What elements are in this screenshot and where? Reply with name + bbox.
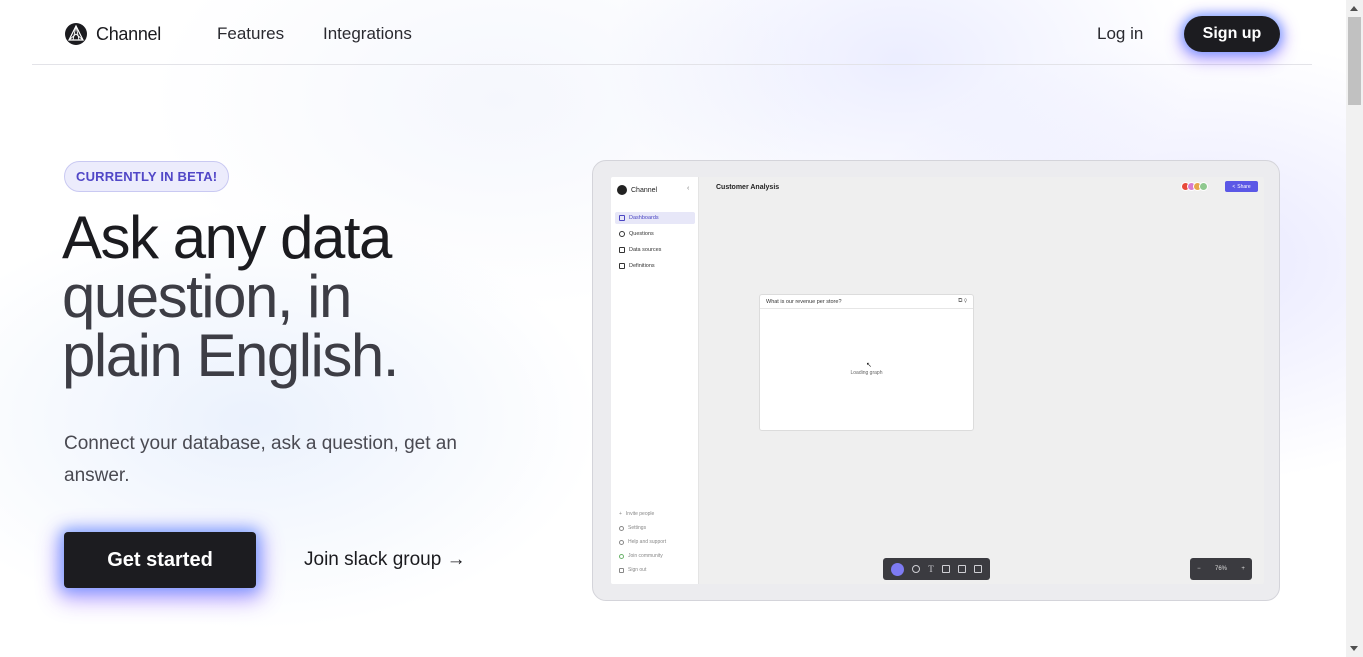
beta-badge: CURRENTLY IN BETA! xyxy=(64,161,230,192)
login-link[interactable]: Log in xyxy=(1097,24,1143,44)
database-icon xyxy=(619,247,625,253)
note-tool-icon xyxy=(957,565,966,573)
brand-logo[interactable]: Channel xyxy=(64,22,161,46)
preview-settings: Settings xyxy=(615,525,646,531)
nav-link-features[interactable]: Features xyxy=(217,24,284,44)
hero-title-line-1: Ask any data xyxy=(62,204,392,271)
preview-question-card: What is our revenue per store? ⧉ ⚲ ↖ Loa… xyxy=(759,294,974,431)
preview-invite-people: + Invite people xyxy=(615,511,654,517)
preview-join-community: Join community xyxy=(615,553,663,559)
preview-brand: Channel xyxy=(617,185,657,195)
preview-card-header: What is our revenue per store? ⧉ ⚲ xyxy=(760,295,973,309)
plus-icon: + xyxy=(619,511,622,517)
product-preview: Channel ‹ Dashboards Questions Data sour… xyxy=(592,160,1280,601)
preview-sidebar-item-definitions: Definitions xyxy=(615,260,695,272)
preview-bottom-label: Help and support xyxy=(628,539,667,545)
scroll-thumb[interactable] xyxy=(1348,17,1361,105)
preview-sign-out: Sign out xyxy=(615,567,646,573)
share-icon: < xyxy=(1232,183,1236,190)
join-slack-link[interactable]: Join slack group → xyxy=(304,549,466,571)
channel-tool-icon xyxy=(891,562,905,576)
brand-name: Channel xyxy=(96,23,161,44)
book-icon xyxy=(619,263,625,269)
preview-card-loading: Loading graph xyxy=(850,370,883,376)
preview-card-title: What is our revenue per store? xyxy=(766,299,842,305)
question-icon xyxy=(619,231,625,237)
preview-sidebar-item-questions: Questions xyxy=(615,228,695,240)
frame-tool-icon xyxy=(941,565,950,573)
collapse-chevron-icon: ‹ xyxy=(687,185,690,192)
preview-canvas-toolbar: T xyxy=(883,558,990,580)
preview-logo-icon xyxy=(617,185,627,195)
question-tool-icon xyxy=(912,565,921,573)
help-icon xyxy=(619,539,624,545)
nav-link-integrations[interactable]: Integrations xyxy=(323,24,412,44)
preview-bottom-label: Join community xyxy=(628,553,663,559)
card-tools-icon: ⧉ ⚲ xyxy=(958,298,967,304)
preview-page-title: Customer Analysis xyxy=(716,184,780,191)
text-tool-icon: T xyxy=(928,564,934,574)
gear-icon xyxy=(619,525,624,531)
scroll-down-arrow-icon[interactable] xyxy=(1350,646,1358,651)
slack-icon xyxy=(619,553,624,559)
signup-button[interactable]: Sign up xyxy=(1184,16,1280,52)
zoom-in-icon: + xyxy=(1241,566,1245,572)
zoom-level: 76% xyxy=(1214,566,1227,572)
preview-sidebar-item-data-sources: Data sources xyxy=(615,244,695,256)
hero-title-line-3: plain English. xyxy=(62,322,399,389)
image-tool-icon xyxy=(973,565,982,573)
preview-share-button: < Share xyxy=(1225,181,1258,192)
hero-title: Ask any data question, in plain English. xyxy=(62,208,522,386)
get-started-button[interactable]: Get started xyxy=(64,532,256,588)
page-scrollbar[interactable] xyxy=(1346,0,1363,657)
hero-subtitle: Connect your database, ask a question, g… xyxy=(64,433,457,486)
preview-zoom-control: − 76% + xyxy=(1190,558,1252,580)
preview-sidebar: Channel ‹ Dashboards Questions Data sour… xyxy=(611,177,699,584)
channel-logo-icon xyxy=(65,23,87,45)
preview-help: Help and support xyxy=(615,539,666,545)
top-navbar: Channel Features Integrations Log in Sig… xyxy=(32,0,1312,65)
cursor-icon: ↖ xyxy=(866,362,872,369)
preview-brand-name: Channel xyxy=(631,186,658,194)
preview-share-label: Share xyxy=(1237,183,1251,190)
preview-sidebar-label: Dashboards xyxy=(629,215,659,221)
preview-sidebar-label: Questions xyxy=(629,231,654,237)
scroll-up-arrow-icon[interactable] xyxy=(1350,6,1358,11)
dashboard-icon xyxy=(619,215,625,221)
preview-avatars xyxy=(1181,182,1208,191)
preview-bottom-label: Sign out xyxy=(628,567,647,573)
preview-sidebar-label: Data sources xyxy=(629,247,662,253)
preview-sidebar-item-dashboards: Dashboards xyxy=(615,212,695,224)
preview-bottom-label: Invite people xyxy=(625,511,655,517)
avatar xyxy=(1199,182,1208,191)
zoom-out-icon: − xyxy=(1197,566,1201,572)
hero-title-line-2: question, in xyxy=(62,263,352,330)
preview-sidebar-label: Definitions xyxy=(629,263,655,269)
preview-bottom-label: Settings xyxy=(628,525,647,531)
sign-out-icon xyxy=(619,567,624,573)
preview-app-window: Channel ‹ Dashboards Questions Data sour… xyxy=(611,177,1264,584)
